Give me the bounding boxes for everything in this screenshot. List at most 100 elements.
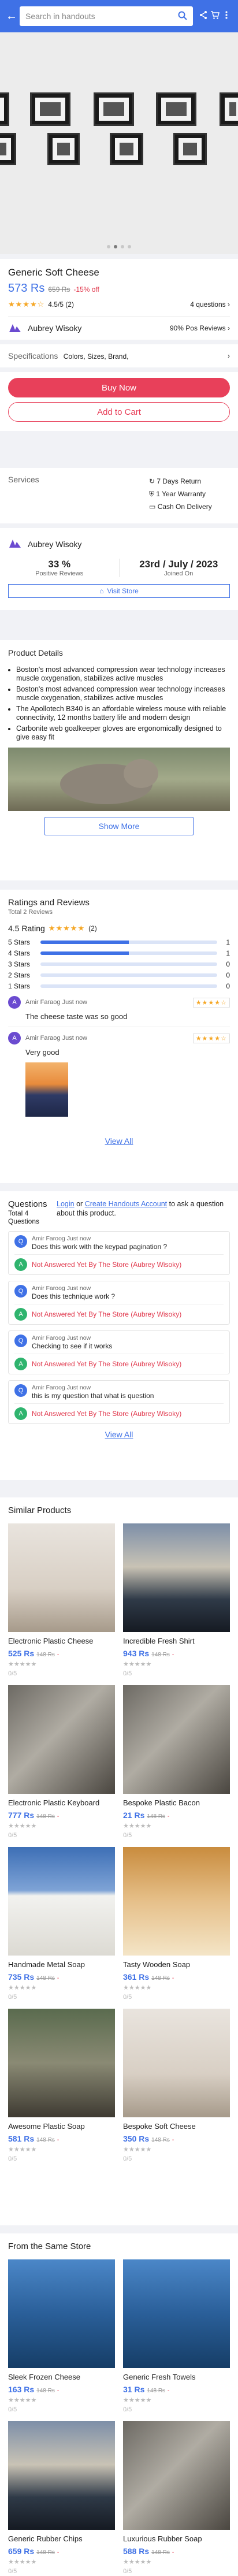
rating-stars: ★★★★★ [123, 1984, 152, 1991]
product-image[interactable] [8, 1523, 115, 1632]
product-price: 735 Rs [8, 1972, 35, 1982]
product-name: Tasty Wooden Soap [123, 1960, 191, 1969]
product-rating: 0/5 [123, 1994, 132, 2001]
product-image[interactable] [8, 2421, 115, 2530]
rating-bar-count: 1 [226, 949, 230, 957]
create-account-link[interactable]: Create Handouts Account [85, 1200, 167, 1208]
same-store-section: From the Same Store Sleek Frozen Cheese … [0, 2233, 238, 2576]
rating-bar-row: 2 Stars 0 [0, 969, 238, 980]
product-price: 361 Rs [123, 1972, 150, 1982]
question-item: Q Amir Faroog Just now Does this techniq… [8, 1281, 230, 1325]
show-more-button[interactable]: Show More [44, 817, 194, 835]
product-image[interactable] [8, 2259, 115, 2368]
rating-stars: ★★★★★ [48, 924, 85, 932]
product-card[interactable]: Generic Fresh Towels 31 Rs 148 Rs - ★★★★… [123, 2259, 230, 2413]
product-card[interactable]: Handmade Metal Soap 735 Rs 148 Rs - ★★★★… [8, 1847, 115, 2001]
question-badge: Q [14, 1335, 27, 1347]
seller-name: Aubrey Wisoky [28, 324, 82, 333]
question-text: this is my question that what is questio… [32, 1392, 154, 1400]
product-card[interactable]: Electronic Plastic Cheese 525 Rs 148 Rs … [8, 1523, 115, 1677]
ratings-reviews-card: Ratings and Reviews Total 2 Reviews 4.5 … [0, 890, 238, 1183]
product-card[interactable]: Awesome Plastic Soap 581 Rs 148 Rs - ★★★… [8, 2009, 115, 2162]
product-image[interactable] [8, 1685, 115, 1794]
product-details-card: Product Details Boston's most advanced c… [0, 640, 238, 880]
question-badge: Q [14, 1285, 27, 1298]
product-name: Bespoke Plastic Bacon [123, 1798, 200, 1807]
product-rating: 0/5 [8, 1670, 17, 1677]
product-price: 31 Rs [123, 2385, 145, 2394]
picture-frame-image [0, 92, 9, 126]
rating-bar-row: 3 Stars 0 [0, 958, 238, 969]
more-icon[interactable] [221, 10, 232, 22]
return-icon: ↻ [149, 477, 155, 485]
product-price: 163 Rs [8, 2385, 35, 2394]
reviews-view-all-link[interactable]: View All [0, 1136, 238, 1146]
product-title: Generic Soft Cheese [8, 267, 99, 278]
product-image[interactable] [123, 1685, 230, 1794]
product-card[interactable]: Incredible Fresh Shirt 943 Rs 148 Rs - ★… [123, 1523, 230, 1677]
product-card[interactable]: Bespoke Soft Cheese 350 Rs 148 Rs - ★★★★… [123, 2009, 230, 2162]
review-item: A Amir Faraog Just now ★★★★☆ Very good [8, 1032, 230, 1117]
question-badge: Q [14, 1235, 27, 1248]
cart-icon[interactable] [209, 10, 221, 22]
rating-bar [40, 973, 217, 977]
login-link[interactable]: Login [57, 1200, 75, 1208]
question-item: Q Amir Faroog Just now Checking to see i… [8, 1330, 230, 1374]
details-list: Boston's most advanced compression wear … [0, 666, 238, 742]
questions-link[interactable]: 4 questions › [190, 300, 230, 308]
questions-view-all-link[interactable]: View All [0, 1430, 238, 1439]
visit-store-button[interactable]: ⌂ Visit Store [8, 584, 230, 598]
product-image[interactable] [123, 1523, 230, 1632]
rating-count: (2) [88, 924, 97, 932]
store-logo-icon [8, 321, 22, 336]
product-image[interactable] [8, 2009, 115, 2117]
rating-stars: ★★★★★ [8, 2146, 37, 2153]
rating-stars: ★★★★★ [123, 1823, 152, 1830]
rating-stars: ★★★★★ [8, 2397, 37, 2404]
product-image-carousel[interactable] [0, 32, 238, 254]
specifications-row[interactable]: Specifications Colors, Sizes, Brand, › [0, 344, 238, 367]
product-image[interactable] [123, 1847, 230, 1956]
product-rating: 0/5 [123, 1832, 132, 1839]
search-placeholder: Search in handouts [25, 12, 95, 21]
buy-now-button[interactable]: Buy Now [8, 378, 230, 397]
product-old-price: 148 Rs [36, 2137, 55, 2143]
add-to-cart-button[interactable]: Add to Cart [8, 402, 230, 422]
rating-bar [40, 940, 217, 944]
product-image[interactable] [123, 2421, 230, 2530]
cash-icon: ▭ [149, 503, 156, 511]
product-card[interactable]: Sleek Frozen Cheese 163 Rs 148 Rs - ★★★★… [8, 2259, 115, 2413]
rating-bar-label: 4 Stars [8, 949, 31, 957]
product-rating: 0/5 [8, 1994, 17, 2001]
product-rating: 0/5 [123, 2155, 132, 2162]
product-image[interactable] [123, 2009, 230, 2117]
store-name: Aubrey Wisoky [28, 539, 82, 549]
question-text: Checking to see if it works [32, 1342, 113, 1350]
product-card[interactable]: Luxurious Rubber Soap 588 Rs 148 Rs - ★★… [123, 2421, 230, 2575]
question-badge: Q [14, 1384, 27, 1397]
back-arrow-icon[interactable]: ← [6, 10, 20, 23]
product-name: Electronic Plastic Keyboard [8, 1798, 100, 1807]
answer-text: Not Answered Yet By The Store (Aubrey Wi… [32, 1261, 182, 1269]
product-card[interactable]: Bespoke Plastic Bacon 21 Rs 148 Rs - ★★★… [123, 1685, 230, 1839]
seller-link[interactable]: Aubrey Wisoky [8, 321, 81, 336]
store-logo-icon [8, 536, 22, 552]
share-icon[interactable] [198, 10, 209, 22]
product-card[interactable]: Generic Rubber Chips 659 Rs 148 Rs - ★★★… [8, 2421, 115, 2575]
product-price: 21 Rs [123, 1811, 145, 1820]
product-card[interactable]: Electronic Plastic Keyboard 777 Rs 148 R… [8, 1685, 115, 1839]
review-photo[interactable] [25, 1062, 68, 1117]
product-name: Handmade Metal Soap [8, 1960, 85, 1969]
rating-bar [40, 984, 217, 988]
product-image[interactable] [8, 1847, 115, 1956]
search-input[interactable]: Search in handouts [20, 6, 193, 26]
questions-total: Total 4 Questions [8, 1209, 40, 1225]
product-discount: - [172, 1652, 174, 1658]
price-row: 573 Rs 659 Rs -15% off [0, 282, 238, 295]
product-rating: 0/5 [8, 2406, 17, 2413]
picture-frame-image [47, 133, 80, 165]
rating-stars: ★★★★★ [123, 2559, 152, 2566]
rating-text: 4.5/5 (2) [48, 300, 74, 308]
product-card[interactable]: Tasty Wooden Soap 361 Rs 148 Rs - ★★★★★ … [123, 1847, 230, 2001]
product-image[interactable] [123, 2259, 230, 2368]
